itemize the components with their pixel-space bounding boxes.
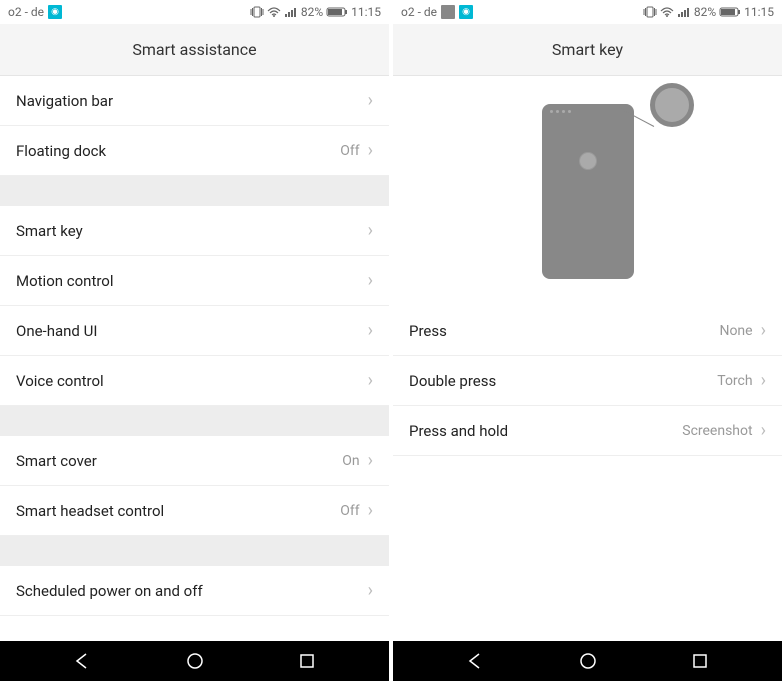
status-right: 82% 11:15 — [643, 5, 774, 19]
section-divider — [0, 406, 389, 436]
chevron-right-icon: › — [368, 140, 373, 161]
status-bar: o2 - de ◉ 82% 11:15 — [393, 0, 782, 24]
status-left: o2 - de ◉ — [8, 5, 62, 19]
nav-recent-button[interactable] — [670, 645, 730, 677]
smart-cover-item[interactable]: Smart cover On › — [0, 436, 389, 486]
item-label: Smart headset control — [16, 502, 340, 520]
chevron-right-icon: › — [368, 450, 373, 471]
phone-body — [542, 104, 634, 279]
app-bar: Smart assistance — [0, 24, 389, 76]
smart-headset-control-item[interactable]: Smart headset control Off › — [0, 486, 389, 536]
chevron-right-icon: › — [368, 580, 373, 601]
smart-key-indicator — [650, 83, 694, 127]
item-label: Motion control — [16, 272, 360, 290]
item-label: Press — [409, 322, 719, 340]
nav-bar — [0, 641, 389, 681]
time-label: 11:15 — [351, 5, 381, 19]
status-left: o2 - de ◉ — [401, 5, 473, 19]
press-item[interactable]: Press None › — [393, 306, 782, 356]
nav-recent-button[interactable] — [277, 645, 337, 677]
item-value: None — [719, 323, 752, 339]
item-label: Smart key — [16, 222, 360, 240]
navigation-bar-item[interactable]: Navigation bar › — [0, 76, 389, 126]
nav-bar — [393, 641, 782, 681]
wifi-icon — [267, 6, 281, 18]
item-label: Navigation bar — [16, 92, 360, 110]
floating-dock-item[interactable]: Floating dock Off › — [0, 126, 389, 176]
chevron-right-icon: › — [368, 500, 373, 521]
chevron-right-icon: › — [761, 320, 766, 341]
app-icon: ◉ — [48, 5, 62, 19]
item-value: On — [342, 453, 359, 469]
app-icon: ◉ — [459, 5, 473, 19]
motion-control-item[interactable]: Motion control › — [0, 256, 389, 306]
battery-percent: 82% — [301, 5, 323, 19]
battery-icon — [326, 6, 348, 18]
double-press-item[interactable]: Double press Torch › — [393, 356, 782, 406]
chevron-right-icon: › — [368, 90, 373, 111]
status-bar: o2 - de ◉ 82% 11:15 — [0, 0, 389, 24]
signal-icon — [677, 6, 691, 18]
phone-illustration — [393, 76, 782, 306]
phone-camera-dots — [550, 110, 571, 113]
chevron-right-icon: › — [761, 420, 766, 441]
item-value: Off — [340, 503, 359, 519]
left-screen: o2 - de ◉ 82% 11:15 Smart assistance Nav… — [0, 0, 389, 681]
battery-icon — [719, 6, 741, 18]
item-label: Floating dock — [16, 142, 340, 160]
page-title: Smart assistance — [132, 40, 256, 59]
nav-home-button[interactable] — [558, 645, 618, 677]
section-divider — [0, 176, 389, 206]
scheduled-power-item[interactable]: Scheduled power on and off › — [0, 566, 389, 616]
page-title: Smart key — [552, 40, 623, 59]
item-value: Screenshot — [682, 423, 752, 439]
item-label: Double press — [409, 372, 717, 390]
item-label: Press and hold — [409, 422, 682, 440]
carrier-label: o2 - de — [8, 5, 44, 19]
item-label: One-hand UI — [16, 322, 360, 340]
chevron-right-icon: › — [368, 370, 373, 391]
voice-control-item[interactable]: Voice control › — [0, 356, 389, 406]
chevron-right-icon: › — [368, 220, 373, 241]
section-divider — [0, 536, 389, 566]
chevron-right-icon: › — [368, 320, 373, 341]
app-bar: Smart key — [393, 24, 782, 76]
battery-percent: 82% — [694, 5, 716, 19]
item-value: Off — [340, 143, 359, 159]
vibrate-icon — [643, 6, 657, 18]
item-label: Smart cover — [16, 452, 342, 470]
smart-key-item[interactable]: Smart key › — [0, 206, 389, 256]
time-label: 11:15 — [744, 5, 774, 19]
press-and-hold-item[interactable]: Press and hold Screenshot › — [393, 406, 782, 456]
item-value: Torch — [717, 373, 752, 389]
phone-sensor — [579, 152, 597, 170]
vibrate-icon — [250, 6, 264, 18]
nav-back-button[interactable] — [445, 645, 505, 677]
one-hand-ui-item[interactable]: One-hand UI › — [0, 306, 389, 356]
nav-back-button[interactable] — [52, 645, 112, 677]
carrier-label: o2 - de — [401, 5, 437, 19]
chevron-right-icon: › — [761, 370, 766, 391]
signal-icon — [284, 6, 298, 18]
item-label: Voice control — [16, 372, 360, 390]
right-screen: o2 - de ◉ 82% 11:15 Smart key — [393, 0, 782, 681]
content: Navigation bar › Floating dock Off › Sma… — [0, 76, 389, 641]
chevron-right-icon: › — [368, 270, 373, 291]
app-icon-2 — [441, 5, 455, 19]
nav-home-button[interactable] — [165, 645, 225, 677]
content: Press None › Double press Torch › Press … — [393, 76, 782, 641]
wifi-icon — [660, 6, 674, 18]
item-label: Scheduled power on and off — [16, 582, 360, 600]
status-right: 82% 11:15 — [250, 5, 381, 19]
